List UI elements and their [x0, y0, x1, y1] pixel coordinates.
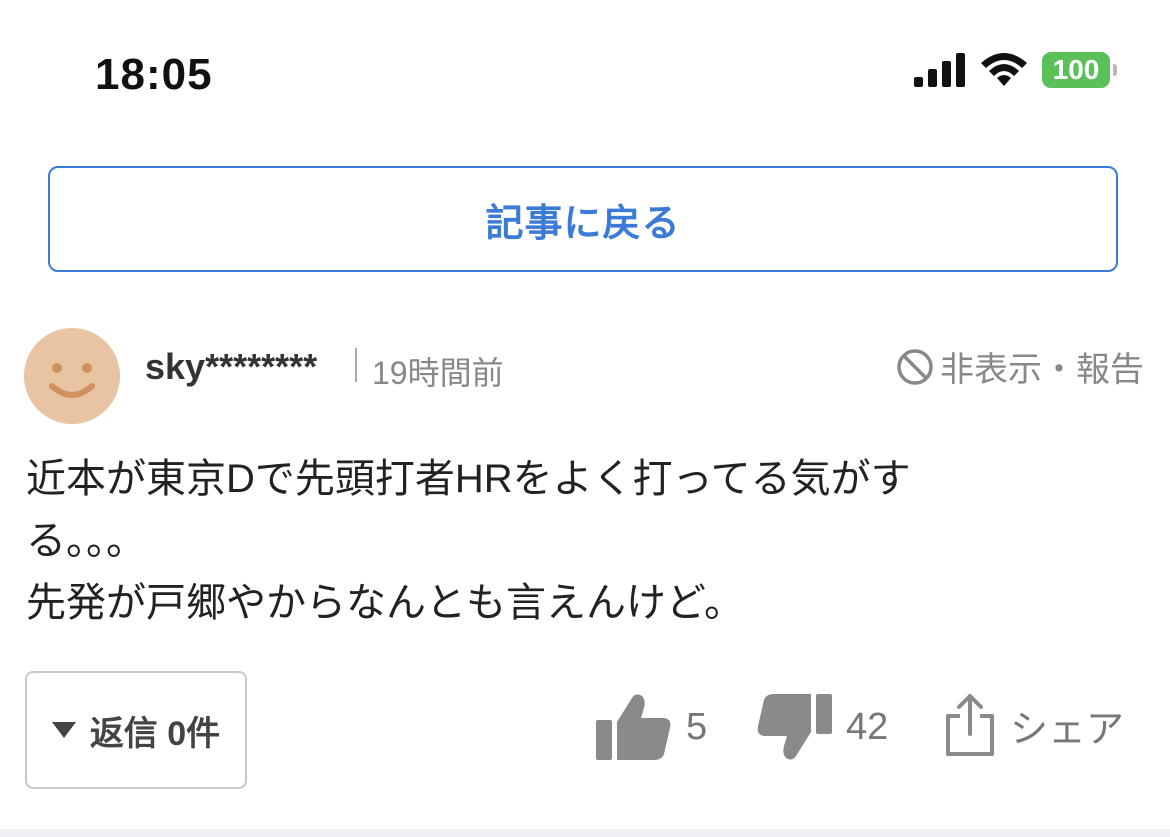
dislike-button[interactable]: 42 — [756, 692, 888, 762]
comment-line: 近本が東京Dで先頭打者HRをよく打ってる気がす — [26, 457, 911, 501]
battery-icon: 100 — [1042, 52, 1117, 88]
triangle-down-icon — [51, 722, 76, 738]
share-button[interactable]: シェア — [944, 692, 1124, 758]
timestamp: 19時間前 — [372, 355, 504, 391]
back-to-article-button[interactable]: 記事に戻る — [48, 166, 1118, 272]
hide-report-label: 非表示・報告 — [940, 351, 1144, 389]
status-time: 18:05 — [95, 50, 213, 99]
prohibit-icon — [897, 348, 933, 385]
divider — [355, 348, 357, 382]
like-count: 5 — [686, 705, 708, 748]
thumbs-down-icon — [757, 694, 832, 760]
thumbs-up-icon — [596, 694, 671, 760]
hide-report-link[interactable]: 非表示・報告 — [896, 342, 1144, 391]
wifi-icon — [981, 53, 1027, 86]
like-button[interactable]: 5 — [596, 692, 707, 762]
dislike-count: 42 — [846, 705, 889, 748]
replies-label: 返信 0件 — [89, 714, 221, 753]
divider — [0, 829, 1170, 837]
replies-button[interactable]: 返信 0件 — [25, 671, 247, 789]
comment-line: 先発が戸郷やからなんとも言えんけど。 — [26, 581, 744, 625]
comment-body: 近本が東京Dで先頭打者HRをよく打ってる気がす る。。。 先発が戸郷やからなんと… — [26, 448, 1126, 634]
comment-line: る。。。 — [26, 519, 146, 563]
status-icons: 100 — [914, 52, 1117, 88]
share-icon — [946, 694, 994, 756]
share-label: シェア — [1010, 708, 1125, 751]
avatar-smiley-icon[interactable] — [24, 328, 120, 424]
username[interactable]: sky******** — [145, 346, 317, 388]
signal-icon — [914, 53, 965, 87]
